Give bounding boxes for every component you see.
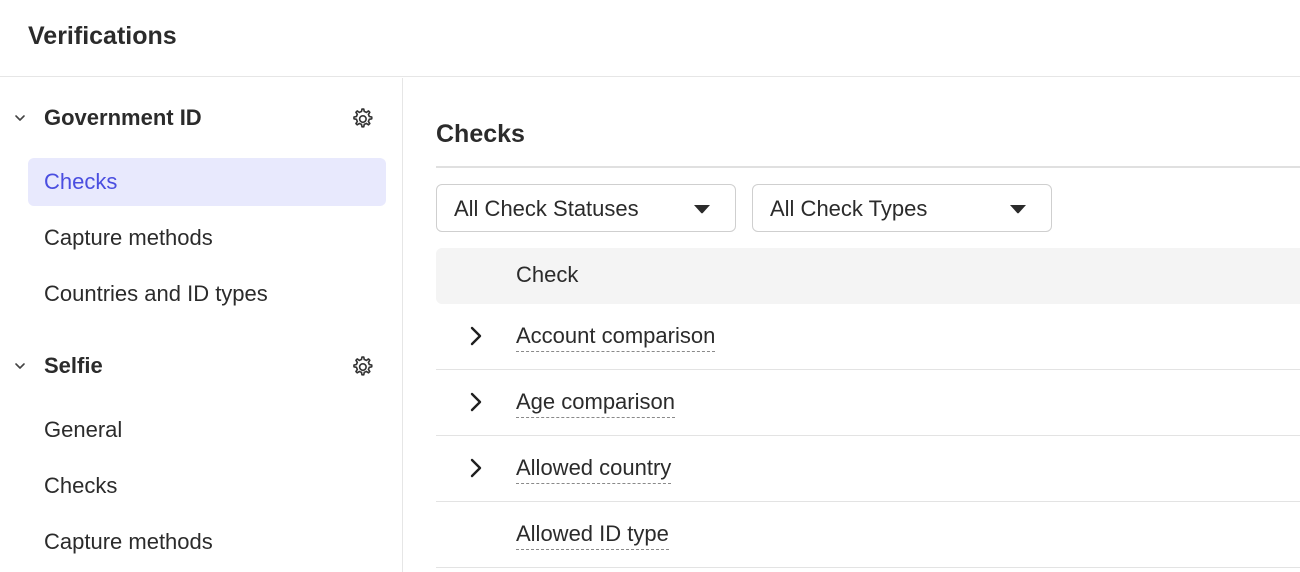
sidebar-section-title: Selfie [44,353,103,378]
sidebar-item-label: General [44,417,123,442]
chevron-down-icon[interactable] [13,359,27,373]
chevron-right-icon[interactable] [466,325,486,347]
sidebar-item-selfie-general[interactable]: General [28,406,386,454]
table-row[interactable]: Allowed country [436,436,1300,502]
check-name[interactable]: Age comparison [516,388,675,418]
check-type-filter[interactable]: All Check Types [752,184,1052,232]
chevron-right-icon[interactable] [466,391,486,413]
table-header: Check [436,248,1300,304]
check-name[interactable]: Allowed country [516,454,672,484]
gear-icon[interactable] [349,106,375,132]
sidebar-item-gov-checks[interactable]: Checks [28,158,386,206]
check-status-filter[interactable]: All Check Statuses [436,184,736,232]
sidebar-item-label: Capture methods [44,529,213,554]
sidebar-item-label: Capture methods [44,225,213,250]
sidebar: Government ID Checks Capture methods Cou… [0,78,403,572]
triangle-down-icon [694,205,710,214]
chevron-right-icon[interactable] [466,457,486,479]
gear-icon[interactable] [349,354,375,380]
page-header: Verifications [0,0,1300,77]
main-content: Checks All Check Statuses All Check Type… [404,78,1300,572]
table-row[interactable]: Account comparison [436,304,1300,370]
column-header-check[interactable]: Check [516,261,578,289]
sidebar-section-selfie[interactable]: Selfie [0,346,403,386]
divider [436,166,1300,168]
section-title: Checks [436,120,525,148]
filter-selected-value: All Check Types [770,196,928,221]
sidebar-section-government-id[interactable]: Government ID [0,98,403,138]
sidebar-item-gov-capture-methods[interactable]: Capture methods [28,214,386,262]
triangle-down-icon [1010,205,1026,214]
sidebar-section-title: Government ID [44,105,202,130]
check-name[interactable]: Account comparison [516,322,716,352]
sidebar-item-label: Checks [44,473,118,498]
table-row[interactable]: Age comparison [436,370,1300,436]
sidebar-item-label: Checks [44,169,118,194]
table-row[interactable]: Allowed ID type [436,502,1300,568]
page-title: Verifications [28,22,177,50]
filter-selected-value: All Check Statuses [454,196,639,221]
sidebar-item-countries-and-id-types[interactable]: Countries and ID types [28,270,386,318]
sidebar-item-selfie-capture-methods[interactable]: Capture methods [28,518,386,566]
chevron-down-icon[interactable] [13,111,27,125]
sidebar-item-selfie-checks[interactable]: Checks [28,462,386,510]
sidebar-item-label: Countries and ID types [44,281,268,306]
check-name[interactable]: Allowed ID type [516,520,669,550]
